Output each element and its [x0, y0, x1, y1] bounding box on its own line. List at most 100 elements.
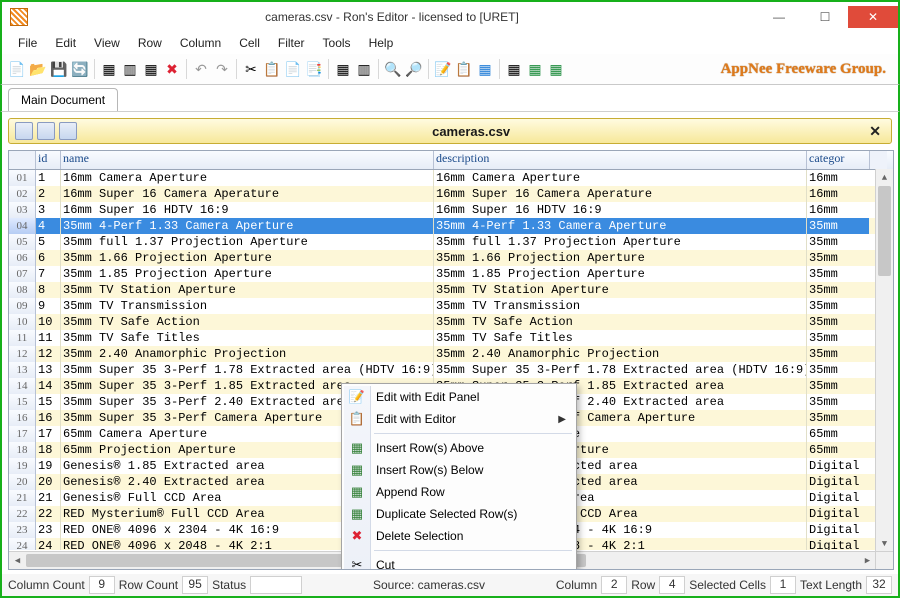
context-menu-item[interactable]: ▦Duplicate Selected Row(s) — [344, 503, 574, 525]
row-number[interactable]: 16 — [9, 410, 36, 426]
row-number[interactable]: 13 — [9, 362, 36, 378]
cell-description[interactable]: 35mm 4-Perf 1.33 Camera Aperture — [434, 218, 807, 234]
table-row[interactable]: 111135mm TV Safe Titles35mm TV Safe Titl… — [9, 330, 893, 346]
context-menu-item[interactable]: ▦Insert Row(s) Above — [344, 437, 574, 459]
cell-name[interactable]: 16mm Camera Aperture — [61, 170, 434, 186]
row-number[interactable]: 03 — [9, 202, 36, 218]
vertical-scrollbar[interactable]: ▲ ▼ — [875, 169, 893, 552]
edit-panel-icon[interactable]: 📝 — [434, 60, 452, 78]
tab-main-document[interactable]: Main Document — [8, 88, 118, 111]
find-icon[interactable]: 🔍 — [384, 60, 402, 78]
cell-id[interactable]: 13 — [36, 362, 61, 378]
cell-name[interactable]: 35mm TV Transmission — [61, 298, 434, 314]
cell-description[interactable]: 35mm full 1.37 Projection Aperture — [434, 234, 807, 250]
table-row[interactable]: 05535mm full 1.37 Projection Aperture35m… — [9, 234, 893, 250]
row-number[interactable]: 22 — [9, 506, 36, 522]
cell-id[interactable]: 22 — [36, 506, 61, 522]
row-number[interactable]: 15 — [9, 394, 36, 410]
cut-icon[interactable]: ✂ — [242, 60, 260, 78]
find-replace-icon[interactable]: 🔎 — [405, 60, 423, 78]
row-number[interactable]: 12 — [9, 346, 36, 362]
cell-category[interactable]: 35mm — [807, 298, 869, 314]
row-number[interactable]: 05 — [9, 234, 36, 250]
table-row[interactable]: 121235mm 2.40 Anamorphic Projection35mm … — [9, 346, 893, 362]
cell-id[interactable]: 12 — [36, 346, 61, 362]
cell-category[interactable]: 35mm — [807, 266, 869, 282]
row-number[interactable]: 07 — [9, 266, 36, 282]
context-menu-item[interactable]: ✂Cut — [344, 554, 574, 570]
cell-id[interactable]: 23 — [36, 522, 61, 538]
cell-id[interactable]: 3 — [36, 202, 61, 218]
cell-category[interactable]: 16mm — [807, 186, 869, 202]
view-mode-icon[interactable] — [15, 122, 33, 140]
cell-category[interactable]: 35mm — [807, 410, 869, 426]
row-number[interactable]: 18 — [9, 442, 36, 458]
cell-category[interactable]: 35mm — [807, 218, 869, 234]
cell-description[interactable]: 16mm Super 16 HDTV 16:9 — [434, 202, 807, 218]
cell-category[interactable]: 35mm — [807, 282, 869, 298]
cell-category[interactable]: Digital — [807, 458, 869, 474]
cell-category[interactable]: Digital — [807, 490, 869, 506]
paste-icon[interactable]: 📄 — [284, 60, 302, 78]
cell-category[interactable]: 35mm — [807, 346, 869, 362]
close-button[interactable]: ✕ — [848, 6, 898, 28]
menu-view[interactable]: View — [86, 34, 128, 52]
row-header-icon[interactable]: ▦ — [476, 60, 494, 78]
menu-file[interactable]: File — [10, 34, 45, 52]
cell-category[interactable]: Digital — [807, 474, 869, 490]
copy-icon[interactable]: 📋 — [263, 60, 281, 78]
undo-icon[interactable]: ↶ — [192, 60, 210, 78]
view-mode3-icon[interactable] — [59, 122, 77, 140]
cell-category[interactable]: 35mm — [807, 362, 869, 378]
row-number[interactable]: 14 — [9, 378, 36, 394]
cell-description[interactable]: 35mm TV Safe Titles — [434, 330, 807, 346]
row-number[interactable]: 04 — [9, 218, 36, 234]
cell-name[interactable]: 16mm Super 16 Camera Aperature — [61, 186, 434, 202]
col-category-header[interactable]: categor — [807, 151, 869, 169]
table-row[interactable]: 01116mm Camera Aperture16mm Camera Apert… — [9, 170, 893, 186]
cell-id[interactable]: 6 — [36, 250, 61, 266]
cell-name[interactable]: 35mm 1.85 Projection Aperture — [61, 266, 434, 282]
scroll-up-icon[interactable]: ▲ — [876, 169, 893, 186]
menu-row[interactable]: Row — [130, 34, 170, 52]
cell-name[interactable]: 35mm Super 35 3-Perf 1.78 Extracted area… — [61, 362, 434, 378]
cell-category[interactable]: 35mm — [807, 378, 869, 394]
export-excel-icon[interactable]: ▦ — [526, 60, 544, 78]
cell-category[interactable]: 35mm — [807, 330, 869, 346]
minimize-button[interactable]: — — [756, 6, 802, 28]
cell-id[interactable]: 5 — [36, 234, 61, 250]
data-grid[interactable]: id name description categor 01116mm Came… — [8, 150, 894, 570]
cell-id[interactable]: 18 — [36, 442, 61, 458]
vscroll-thumb[interactable] — [878, 186, 891, 276]
row-number[interactable]: 17 — [9, 426, 36, 442]
row-number[interactable]: 23 — [9, 522, 36, 538]
save-icon[interactable]: 💾 — [50, 60, 68, 78]
cell-name[interactable]: 35mm TV Safe Titles — [61, 330, 434, 346]
cell-id[interactable]: 14 — [36, 378, 61, 394]
cell-category[interactable]: 65mm — [807, 426, 869, 442]
cell-name[interactable]: 35mm TV Station Aperture — [61, 282, 434, 298]
cell-id[interactable]: 21 — [36, 490, 61, 506]
col-ops-icon[interactable]: ▥ — [355, 60, 373, 78]
insert-col-icon[interactable]: ▥ — [121, 60, 139, 78]
refresh-icon[interactable]: 🔄 — [71, 60, 89, 78]
menu-column[interactable]: Column — [172, 34, 229, 52]
menu-help[interactable]: Help — [361, 34, 402, 52]
cell-id[interactable]: 20 — [36, 474, 61, 490]
cell-category[interactable]: 16mm — [807, 170, 869, 186]
context-menu-item[interactable]: ✖Delete Selection — [344, 525, 574, 547]
table-ops-icon[interactable]: ▦ — [334, 60, 352, 78]
table-row[interactable]: 03316mm Super 16 HDTV 16:916mm Super 16 … — [9, 202, 893, 218]
menu-cell[interactable]: Cell — [231, 34, 268, 52]
cell-id[interactable]: 1 — [36, 170, 61, 186]
context-menu-item[interactable]: 📝Edit with Edit Panel — [344, 386, 574, 408]
table-row[interactable]: 02216mm Super 16 Camera Aperature16mm Su… — [9, 186, 893, 202]
col-id-header[interactable]: id — [36, 151, 61, 169]
redo-icon[interactable]: ↷ — [213, 60, 231, 78]
view-mode2-icon[interactable] — [37, 122, 55, 140]
rownum-header[interactable] — [9, 151, 36, 169]
cell-description[interactable]: 35mm 1.66 Projection Aperture — [434, 250, 807, 266]
cell-id[interactable]: 11 — [36, 330, 61, 346]
table-row[interactable]: 08835mm TV Station Aperture35mm TV Stati… — [9, 282, 893, 298]
row-number[interactable]: 10 — [9, 314, 36, 330]
